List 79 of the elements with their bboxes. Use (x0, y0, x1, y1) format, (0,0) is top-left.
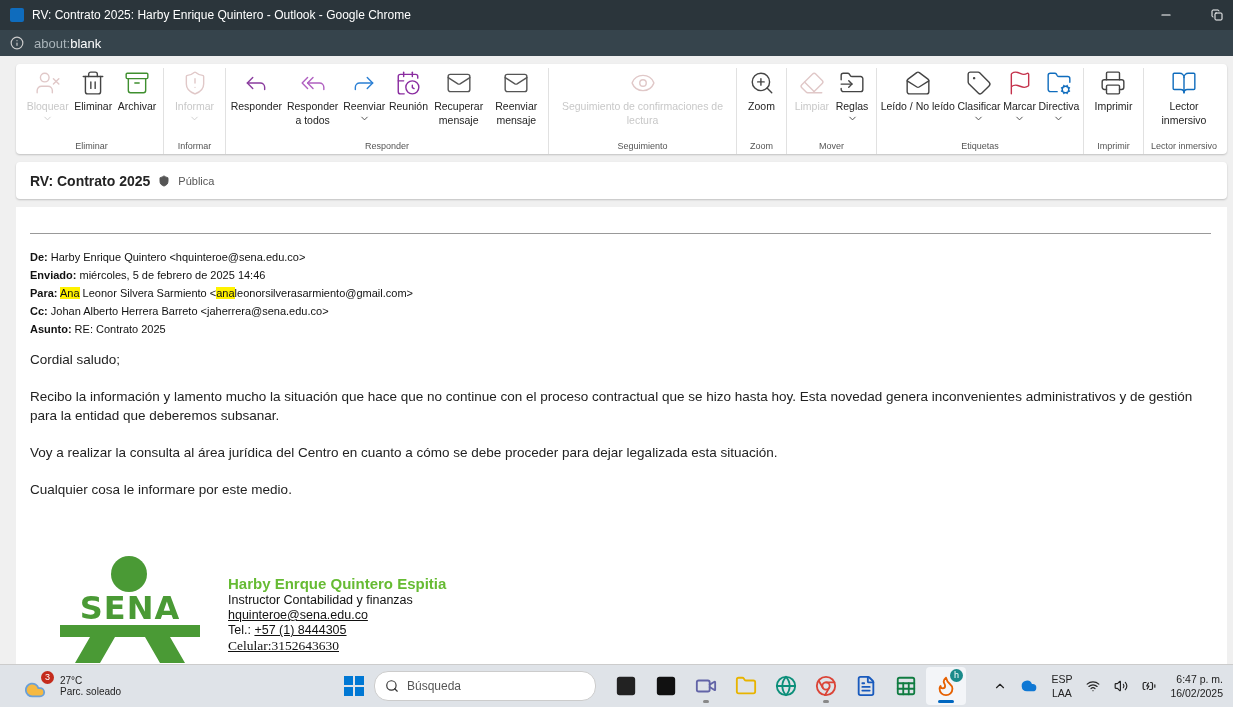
group-label: Seguimiento (616, 141, 669, 153)
shield-icon (158, 174, 171, 187)
ribbon-button[interactable]: Responder a todos (284, 68, 341, 129)
restore-icon[interactable] (1211, 9, 1223, 21)
cloud-icon[interactable] (1021, 678, 1038, 694)
sensitivity-label: Pública (178, 174, 215, 187)
start-icon[interactable] (344, 676, 364, 696)
mobile-line: Celular:3152643630 (228, 638, 340, 653)
temperature: 27°C (60, 675, 84, 686)
info-icon[interactable] (10, 36, 24, 50)
tag-icon (966, 70, 992, 96)
group-label: Mover (818, 141, 845, 153)
group-label: Lector inmersivo (1150, 141, 1218, 153)
email-link[interactable]: hquinteroe@sena.edu.co (228, 608, 447, 623)
group-label: Zoom (749, 141, 774, 153)
phone-line: Tel.: +57 (1) 8444305 (228, 623, 348, 638)
folder-gear-icon (1045, 70, 1072, 96)
header-line: Asunto: RE: Contrato 2025 (30, 322, 167, 337)
group-label: Eliminar (74, 141, 109, 153)
widgets-icon (615, 675, 637, 697)
wifi-icon[interactable] (1086, 679, 1101, 693)
clock-date: 16/02/2025 (1170, 686, 1223, 700)
search-field[interactable]: Búsqueda (374, 671, 596, 701)
ribbon-button[interactable]: Leído / No leído (879, 68, 956, 115)
ribbon-button[interactable]: Imprimir (1093, 68, 1134, 115)
ribbon-button[interactable]: Directiva (1037, 68, 1081, 126)
keyboard-layout: LAA (1052, 686, 1072, 700)
group-label: Imprimir (1096, 141, 1131, 153)
taskbar-app-button[interactable]: h (926, 667, 966, 705)
phone-link[interactable]: +57 (1) 8444305 (254, 623, 347, 637)
open-envelope-icon (904, 70, 931, 96)
battery-icon[interactable] (1142, 679, 1157, 693)
task-view-icon (655, 675, 677, 697)
spreadsheet-icon (895, 675, 917, 697)
volume-icon[interactable] (1114, 679, 1129, 693)
address-text[interactable]: about:blank (34, 35, 102, 51)
person-blocked-icon (34, 70, 61, 96)
ribbon-button[interactable]: Clasificar (956, 68, 1002, 126)
search-icon (385, 679, 399, 693)
document-icon (855, 675, 877, 697)
group-label: Etiquetas (960, 141, 1000, 153)
clock-time: 6:47 p. m. (1176, 672, 1223, 686)
paragraph: Recibo la información y lamento mucho la situación que hace que no continue con el proceso contractual que se hizo hasta hoy. Esta novedad genera inconvenientes administrativos y de gestión para la entidad que deberemos subsanar. (30, 388, 1194, 425)
ribbon-button[interactable]: Reglas (834, 68, 870, 126)
ribbon-button[interactable]: Marcar (1002, 68, 1037, 126)
signature-role: Instructor Contabilidad y finanzas (228, 593, 414, 608)
ribbon-button[interactable]: Reenviar mensaje (488, 68, 545, 129)
message-subject: RV: Contrato 2025 (30, 172, 151, 189)
browser-icon (815, 675, 837, 697)
notification-badge: 3 (41, 671, 54, 684)
ribbon-button[interactable]: Archivar (116, 68, 158, 115)
paragraph: Voy a realizar la consulta al área jurídica del Centro en cuanto a cómo se debe proceder para dejar legalizada esta situación. (30, 444, 779, 462)
folder-icon (735, 675, 757, 697)
header-line: Enviado: miércoles, 5 de febrero de 2025 14:46 (30, 268, 267, 283)
header-line: Cc: Johan Alberto Herrera Barreto <jaherrera@sena.edu.co> (30, 304, 330, 319)
ribbon-button[interactable]: Recuperar mensaje (430, 68, 487, 129)
ribbon-button[interactable]: Responder (229, 68, 283, 115)
ribbon-button[interactable]: Zoom (747, 68, 776, 115)
book-icon (1171, 70, 1197, 96)
eraser-icon (798, 70, 825, 96)
header-line: De: Harby Enrique Quintero <hquinteroe@sena.edu.co> (30, 250, 307, 265)
paragraph: Cordial saludo; (30, 351, 122, 369)
paragraph: Cualquier cosa le informare por este medio. (30, 481, 293, 499)
ribbon-button[interactable]: Reunión (387, 68, 430, 115)
printer-icon (1100, 70, 1127, 96)
globe-icon (775, 675, 797, 697)
ribbon-button[interactable]: Lector inmersivo (1149, 68, 1219, 129)
calendar-clock-icon (395, 70, 422, 96)
weather-condition: Parc. soleado (60, 686, 122, 697)
app-logo-icon (10, 8, 24, 22)
group-label: Informar (176, 141, 213, 153)
logo-drawing: SENA (60, 555, 200, 663)
signature-name: Harby Enrque Quintero Espitia (228, 575, 447, 593)
language: ESP (1051, 672, 1073, 686)
ribbon-button[interactable]: Eliminar (73, 68, 114, 115)
window-title: RV: Contrato 2025: Harby Enrique Quintero - Outlook - Google Chrome (32, 8, 412, 22)
archive-box-icon (124, 70, 151, 96)
group-label: Responder (364, 141, 410, 153)
ribbon-button[interactable]: Reenviar (342, 68, 387, 126)
